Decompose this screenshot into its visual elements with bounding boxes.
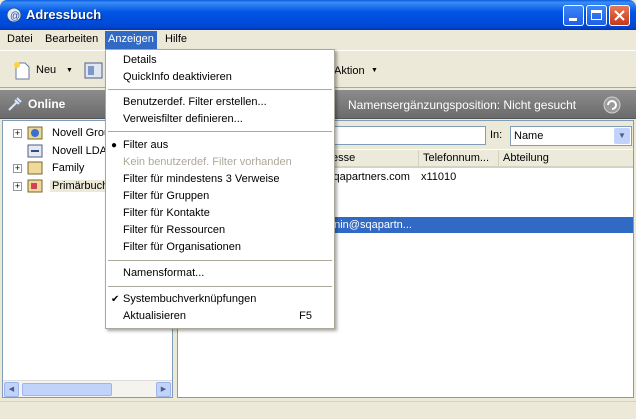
menu-separator: [108, 286, 332, 287]
search-field-value: Name: [514, 130, 544, 142]
menu-item-reference-filter[interactable]: Verweisfilter definieren...: [106, 111, 334, 128]
status-bar: [0, 401, 636, 419]
online-status-label: Online: [28, 97, 66, 111]
radio-bullet-icon: ●: [111, 140, 118, 151]
menu-item-filter-contacts[interactable]: Filter für Kontakte: [106, 205, 334, 222]
menu-item-label: Verweisfilter definieren...: [123, 113, 243, 125]
new-button-label: Neu: [36, 64, 57, 76]
ldap-book-icon: [27, 143, 43, 159]
menu-item-quickinfo[interactable]: QuickInfo deaktivieren: [106, 69, 334, 86]
connection-plug-icon: [7, 96, 23, 112]
chevron-down-icon[interactable]: ▼: [614, 128, 630, 144]
menu-bar: Datei Bearbeiten Anzeigen Hilfe: [0, 30, 636, 49]
menu-item-name-format[interactable]: Namensformat...: [106, 265, 334, 282]
menu-anzeigen[interactable]: Anzeigen: [105, 31, 157, 49]
search-in-label: In:: [490, 129, 503, 141]
column-header-phone[interactable]: Telefonnum...: [419, 150, 499, 167]
new-document-icon: [12, 61, 32, 84]
menu-item-label: Details: [123, 54, 157, 66]
menu-separator: [108, 131, 332, 132]
menu-item-filter-off[interactable]: ● Filter aus: [106, 137, 334, 154]
menu-separator: [108, 89, 332, 90]
primary-book-icon: [27, 178, 43, 194]
minimize-button[interactable]: [563, 5, 584, 26]
expand-icon[interactable]: +: [13, 129, 22, 138]
menu-bearbeiten[interactable]: Bearbeiten: [42, 32, 101, 48]
menu-item-label: Filter für mindestens 3 Verweise: [123, 173, 280, 185]
menu-separator: [108, 260, 332, 261]
menu-item-label: Benutzerdef. Filter erstellen...: [123, 96, 267, 108]
scroll-right-icon[interactable]: ▶: [156, 382, 171, 397]
menu-item-filter-organizations[interactable]: Filter für Organisationen: [106, 239, 334, 256]
column-header-department[interactable]: Abteilung: [499, 150, 633, 167]
menu-item-label: Filter für Kontakte: [123, 207, 210, 219]
maximize-button[interactable]: [586, 5, 607, 26]
svg-text:@: @: [10, 11, 20, 22]
address-card-icon[interactable]: [84, 62, 104, 80]
tree-horizontal-scrollbar[interactable]: ◀ ▶: [3, 380, 172, 397]
menu-hilfe[interactable]: Hilfe: [162, 32, 190, 48]
cell-email: unin@sqapartn...: [328, 219, 412, 231]
menu-item-label: Filter für Ressourcen: [123, 224, 226, 236]
menu-item-system-book-links[interactable]: ✔ Systembuchverknüpfungen: [106, 291, 334, 308]
menu-item-label: Aktualisieren: [123, 310, 186, 322]
tree-item-label: Novell LDAI: [52, 145, 111, 157]
expand-icon[interactable]: +: [13, 182, 22, 191]
groupwise-book-icon: [27, 125, 43, 141]
menu-item-filter-min-3-refs[interactable]: Filter für mindestens 3 Verweise: [106, 171, 334, 188]
menu-item-label: Namensformat...: [123, 267, 205, 279]
menu-item-label: Kein benutzerdef. Filter vorhanden: [123, 156, 292, 168]
name-completion-icon[interactable]: [603, 96, 621, 114]
menu-datei[interactable]: Datei: [4, 32, 36, 48]
action-button[interactable]: Aktion: [334, 65, 365, 77]
column-header-email[interactable]: esse: [328, 150, 419, 167]
name-completion-status: Namensergänzungsposition: Nicht gesucht: [348, 98, 577, 112]
menu-item-shortcut: F5: [299, 310, 312, 322]
menu-item-create-filter[interactable]: Benutzerdef. Filter erstellen...: [106, 94, 334, 111]
menu-item-label: QuickInfo deaktivieren: [123, 71, 232, 83]
menu-item-details[interactable]: Details: [106, 52, 334, 69]
tree-item-label: Primärbuch: [50, 180, 111, 192]
menu-item-refresh[interactable]: Aktualisieren F5: [106, 308, 334, 325]
action-dropdown-arrow-icon[interactable]: ▼: [371, 67, 378, 74]
close-button[interactable]: [609, 5, 630, 26]
search-input[interactable]: [328, 126, 486, 145]
new-dropdown-arrow-icon[interactable]: ▼: [66, 67, 73, 74]
anzeigen-menu: Details QuickInfo deaktivieren Benutzerd…: [105, 49, 335, 329]
search-field-select[interactable]: Name ▼: [510, 126, 632, 146]
title-bar[interactable]: @ Adressbuch: [0, 0, 636, 30]
addressbook-icon: @: [6, 7, 22, 23]
checkmark-icon: ✔: [111, 294, 120, 305]
menu-item-label: Filter aus: [123, 139, 169, 151]
scroll-left-icon[interactable]: ◀: [4, 382, 19, 397]
personal-book-icon: [27, 160, 43, 176]
menu-item-label: Filter für Gruppen: [123, 190, 210, 202]
cell-email: sqapartners.com: [328, 171, 410, 183]
expand-icon[interactable]: +: [13, 164, 22, 173]
menu-item-no-custom-filter: Kein benutzerdef. Filter vorhanden: [106, 154, 334, 171]
tree-item-label: Novell Grou: [52, 127, 111, 139]
tree-item-label: Family: [52, 162, 85, 174]
cell-phone: x11010: [421, 171, 457, 183]
menu-item-label: Systembuchverknüpfungen: [123, 293, 257, 305]
window-title: Adressbuch: [26, 7, 102, 22]
menu-item-label: Filter für Organisationen: [123, 241, 241, 253]
menu-item-filter-groups[interactable]: Filter für Gruppen: [106, 188, 334, 205]
menu-item-filter-resources[interactable]: Filter für Ressourcen: [106, 222, 334, 239]
scrollbar-thumb[interactable]: [22, 383, 112, 396]
